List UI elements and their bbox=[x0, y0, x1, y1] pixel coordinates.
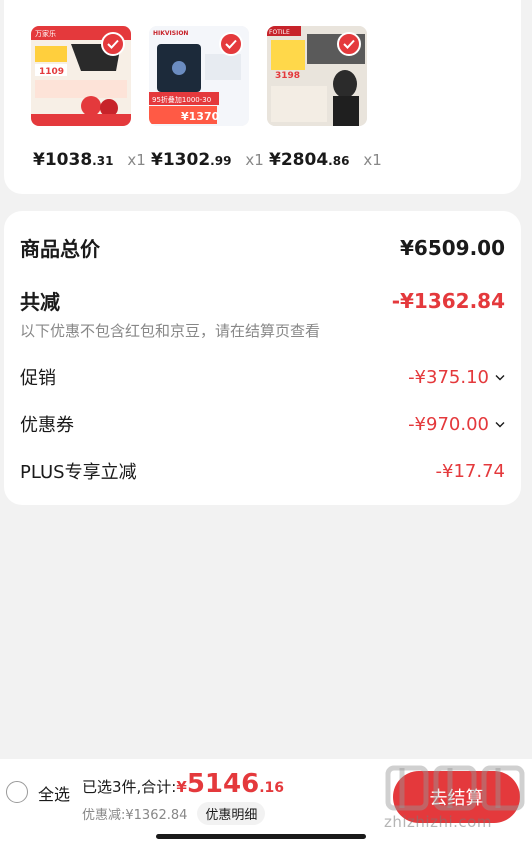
quantity: x1 bbox=[127, 151, 146, 169]
product-price-row: ¥1302 .99 x1 bbox=[151, 150, 264, 170]
product-thumbnail[interactable]: HIKVISION 95折叠加1000-30 ¥1370 bbox=[149, 26, 249, 126]
coupon-value: -¥970.00 bbox=[408, 413, 489, 435]
selected-count-text: 已选3件,合计: bbox=[82, 778, 177, 796]
product-thumbnail[interactable]: FOTILE 3198 bbox=[267, 26, 367, 126]
coupon-label: 优惠券 bbox=[20, 415, 74, 436]
coupon-row[interactable]: 优惠券 -¥970.00 bbox=[20, 411, 505, 437]
price-integer: ¥2804 bbox=[269, 150, 329, 170]
price-fraction: .99 bbox=[210, 154, 232, 168]
promo-text: 95折叠加1000-30 bbox=[152, 95, 211, 104]
total-integer: 5146 bbox=[186, 769, 260, 799]
select-all-label[interactable]: 全选 bbox=[38, 781, 70, 805]
price-summary-card: 商品总价 ¥6509.00 共减 -¥1362.84 以下优惠不包含红包和京豆，… bbox=[4, 211, 521, 505]
total-reduction-label: 共减 bbox=[20, 290, 60, 314]
plus-discount-value: -¥17.74 bbox=[435, 460, 505, 482]
discount-detail-button[interactable]: 优惠明细 bbox=[197, 802, 266, 825]
plus-discount-row: PLUS专享立减 -¥17.74 bbox=[20, 458, 505, 484]
brand-text: 万家乐 bbox=[35, 29, 56, 38]
thumb-price: 3198 bbox=[275, 71, 300, 81]
quantity: x1 bbox=[363, 151, 382, 169]
total-price-value: ¥6509.00 bbox=[399, 235, 505, 260]
quantity: x1 bbox=[245, 151, 264, 169]
thumb-price: 1109 bbox=[39, 67, 64, 77]
checkout-label: 去结算 bbox=[429, 788, 484, 809]
total-reduction-value: -¥1362.84 bbox=[391, 288, 505, 313]
promotion-value: -¥375.10 bbox=[408, 366, 489, 388]
promotion-row[interactable]: 促销 -¥375.10 bbox=[20, 364, 505, 390]
currency-symbol: ¥ bbox=[176, 778, 187, 796]
price-integer: ¥1302 bbox=[151, 150, 211, 170]
chevron-down-icon[interactable] bbox=[495, 421, 505, 428]
product-price-row: ¥1038 .31 x1 bbox=[33, 150, 146, 170]
selected-products-card: 万家乐 1109 ¥1038 .31 x1 HIKVISION 95折叠加100… bbox=[4, 0, 521, 194]
selected-check-icon[interactable] bbox=[337, 32, 361, 56]
total-price-row: 商品总价 ¥6509.00 bbox=[20, 233, 505, 262]
watermark-text: zhizhizhi.com bbox=[384, 813, 492, 831]
product-price-row: ¥2804 .86 x1 bbox=[269, 150, 382, 170]
discount-amount: 优惠减:¥1362.84 bbox=[82, 808, 188, 823]
plus-discount-label: PLUS专享立减 bbox=[20, 462, 137, 483]
price-fraction: .86 bbox=[328, 154, 350, 168]
brand-text: HIKVISION bbox=[153, 30, 188, 37]
selected-total: 已选3件,合计: ¥ 5146 .16 bbox=[82, 769, 284, 799]
price-integer: ¥1038 bbox=[33, 150, 93, 170]
discount-note: 以下优惠不包含红包和京豆，请在结算页查看 bbox=[20, 322, 321, 340]
selected-check-icon[interactable] bbox=[219, 32, 243, 56]
discount-line: 优惠减:¥1362.84 优惠明细 bbox=[82, 802, 266, 825]
promotion-label: 促销 bbox=[20, 368, 56, 389]
home-indicator[interactable] bbox=[156, 834, 366, 839]
brand-text: FOTILE bbox=[269, 29, 290, 36]
price-fraction: .31 bbox=[92, 154, 114, 168]
select-all-radio[interactable] bbox=[6, 781, 28, 803]
thumb-price: ¥1370 bbox=[181, 110, 220, 123]
total-fraction: .16 bbox=[259, 780, 284, 796]
product-thumbnail[interactable]: 万家乐 1109 bbox=[31, 26, 131, 126]
selected-check-icon[interactable] bbox=[101, 32, 125, 56]
chevron-down-icon[interactable] bbox=[495, 374, 505, 381]
total-price-label: 商品总价 bbox=[20, 237, 100, 261]
total-reduction-row: 共减 -¥1362.84 bbox=[20, 286, 505, 315]
